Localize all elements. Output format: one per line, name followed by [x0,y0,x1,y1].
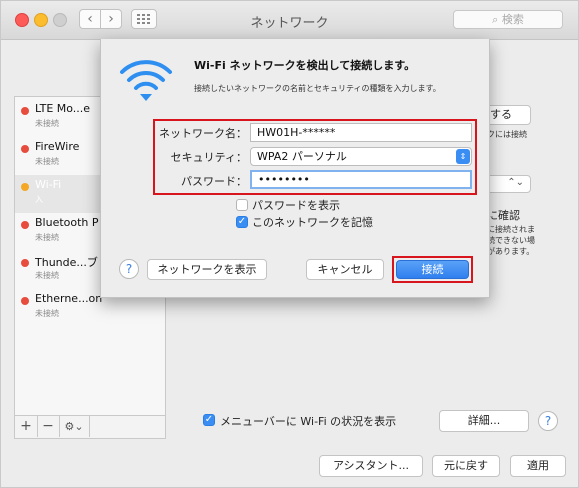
add-service-button[interactable]: + [15,416,38,437]
show-password-checkbox[interactable] [236,199,248,211]
password-field[interactable]: •••••••• [250,170,472,189]
turn-wifi-button[interactable]: する [485,105,531,125]
chevron-updown-icon: ⇕ [456,149,470,164]
apply-button[interactable]: 適用 [510,455,566,477]
sheet-title: Wi-Fi ネットワークを検出して接続します。 [194,59,416,72]
ask-desc-line-2: 続できない場 [487,236,535,245]
status-dot [21,221,29,229]
service-status: 未接続 [35,309,59,318]
advanced-button[interactable]: 詳細... [439,410,529,432]
search-placeholder: 検索 [501,13,524,26]
help-button[interactable]: ? [538,411,558,431]
service-name: Bluetooth P [35,216,99,229]
connect-button[interactable]: 接続 [396,260,469,279]
service-status: 未接続 [35,157,59,166]
remove-service-button[interactable]: − [37,416,60,437]
cancel-button[interactable]: キャンセル [306,259,384,280]
show-password-label: パスワードを表示 [252,199,340,212]
password-label: パスワード： [181,175,247,188]
security-value: WPA2 パーソナル [257,150,347,163]
remember-network-label: このネットワークを記憶 [252,216,373,229]
service-name: Wi-Fi [35,178,62,191]
join-network-sheet: Wi-Fi ネットワークを検出して接続します。 接続したいネットワークの名前とセ… [100,39,490,298]
turn-wifi-label: する [490,108,512,121]
ask-to-join-label: に確認 [487,209,520,222]
gear-icon: ⚙︎⌄ [64,420,84,433]
ask-desc-line-3: があります。 [487,247,535,256]
network-name-field[interactable]: HW01H-****** [250,123,472,142]
search-icon: ⌕ [492,13,499,26]
service-name: FireWire [35,140,80,153]
gear-menu-button[interactable]: ⚙︎⌄ [59,416,90,437]
security-label: セキュリティ： [170,151,247,164]
assistant-button[interactable]: アシスタント... [319,455,423,477]
wifi-icon [120,60,172,101]
security-popup[interactable]: WPA2 パーソナル ⇕ [250,147,472,166]
network-name-label: ネットワーク名： [159,127,247,140]
service-name: Etherne...on [35,292,103,305]
menubar-checkbox[interactable]: ✓ [203,414,215,426]
chevron-updown-icon: ⌃⌄ [507,177,524,188]
status-dot [21,145,29,153]
status-dot [21,183,29,191]
help-button[interactable]: ? [119,259,139,279]
network-preferences-window: ‹ › ネットワーク ⌕ 検索 LTE Mo...e 未接続 FireWire … [0,0,579,488]
service-name: LTE Mo...e [35,102,91,115]
service-status: 未接続 [35,233,59,242]
title-bar: ‹ › ネットワーク ⌕ 検索 [1,1,578,40]
show-networks-button[interactable]: ネットワークを表示 [147,259,267,280]
network-note: クには接続 [487,130,527,139]
status-dot [21,297,29,305]
sheet-subtitle: 接続したいネットワークの名前とセキュリティの種類を入力します。 [194,84,441,93]
menubar-label: メニューバーに Wi-Fi の状況を表示 [220,415,397,428]
service-name: Thunde...ブ [35,256,98,269]
revert-button[interactable]: 元に戻す [432,455,500,477]
ask-desc-line-1: に接続されま [487,225,535,234]
remember-network-checkbox[interactable]: ✓ [236,216,248,228]
service-status: 未接続 [35,271,59,280]
status-dot [21,259,29,267]
search-field[interactable]: ⌕ 検索 [453,10,563,29]
service-list-toolbar: + − ⚙︎⌄ [15,415,165,438]
status-dot [21,107,29,115]
service-status: 未接続 [35,119,59,128]
network-popup-edge[interactable]: ⌃⌄ [485,175,531,193]
service-status: 入 [35,195,43,204]
